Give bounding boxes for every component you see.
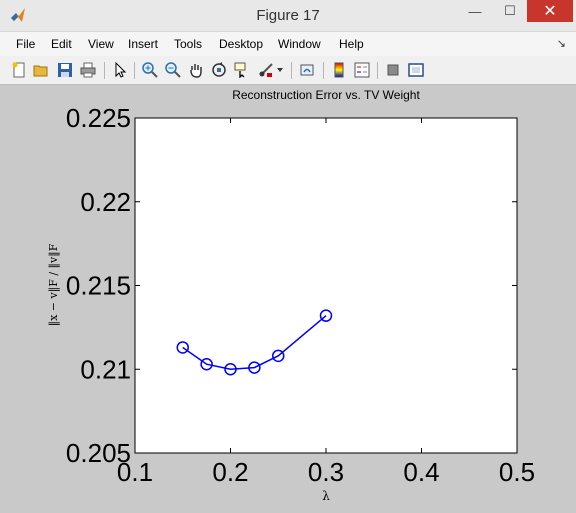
x-tick-label: 0.4 (403, 457, 439, 487)
legend-icon[interactable] (353, 61, 371, 79)
zoom-out-icon[interactable] (164, 61, 182, 79)
y-tick-label: 0.22 (80, 187, 131, 217)
toolbar-separator (104, 62, 105, 79)
chart-title: Reconstruction Error vs. TV Weight (232, 88, 420, 102)
x-tick-label: 0.3 (308, 457, 344, 487)
y-axis-label: ‖x − v‖F / ‖v‖F (47, 243, 61, 326)
toolbar-separator (134, 62, 135, 79)
toolbar (0, 56, 576, 85)
menu-tools[interactable]: Tools (174, 37, 202, 51)
maximize-button[interactable]: ☐ (493, 0, 527, 22)
menu-view[interactable]: View (88, 37, 114, 51)
x-tick-label: 0.2 (212, 457, 248, 487)
pan-hand-icon[interactable] (187, 61, 205, 79)
show-plot-tools-icon[interactable] (407, 61, 425, 79)
x-axis-label: λ (322, 489, 330, 503)
open-folder-icon[interactable] (32, 61, 50, 79)
arrow-pointer-icon[interactable] (111, 61, 129, 79)
dock-arrow-icon[interactable]: ↘ (557, 37, 566, 50)
save-icon[interactable] (56, 61, 74, 79)
rotate-3d-icon[interactable] (210, 61, 228, 79)
menu-desktop[interactable]: Desktop (219, 37, 263, 51)
data-cursor-icon[interactable] (233, 61, 251, 79)
toolbar-separator (377, 62, 378, 79)
menu-insert[interactable]: Insert (128, 37, 158, 51)
y-tick-label: 0.205 (66, 438, 131, 468)
menu-edit[interactable]: Edit (51, 37, 72, 51)
x-tick-label: 0.5 (499, 457, 535, 487)
print-icon[interactable] (79, 61, 97, 79)
new-figure-icon[interactable] (10, 61, 28, 79)
y-tick-label: 0.21 (80, 354, 131, 384)
toolbar-separator (291, 62, 292, 79)
toolbar-separator (323, 62, 324, 79)
hide-plot-tools-icon[interactable] (384, 61, 402, 79)
brush-icon[interactable] (257, 61, 275, 79)
menu-window[interactable]: Window (278, 37, 321, 51)
minimize-button[interactable]: — (458, 0, 492, 22)
close-button[interactable]: ✕ (527, 0, 573, 22)
y-tick-label: 0.215 (66, 271, 131, 301)
colorbar-icon[interactable] (330, 61, 348, 79)
chart-area: Reconstruction Error vs. TV Weight λ ‖x … (47, 88, 535, 503)
menu-help[interactable]: Help (339, 37, 364, 51)
zoom-in-icon[interactable] (141, 61, 159, 79)
plot-axes-box (134, 117, 518, 454)
title-bar: Figure 17 — ☐ ✕ (0, 0, 576, 32)
brush-dropdown-icon[interactable] (275, 61, 285, 79)
menu-file[interactable]: File (16, 37, 35, 51)
menu-bar: File Edit View Insert Tools Desktop Wind… (0, 32, 576, 56)
y-tick-label: 0.225 (66, 103, 131, 133)
link-plot-icon[interactable] (298, 61, 316, 79)
